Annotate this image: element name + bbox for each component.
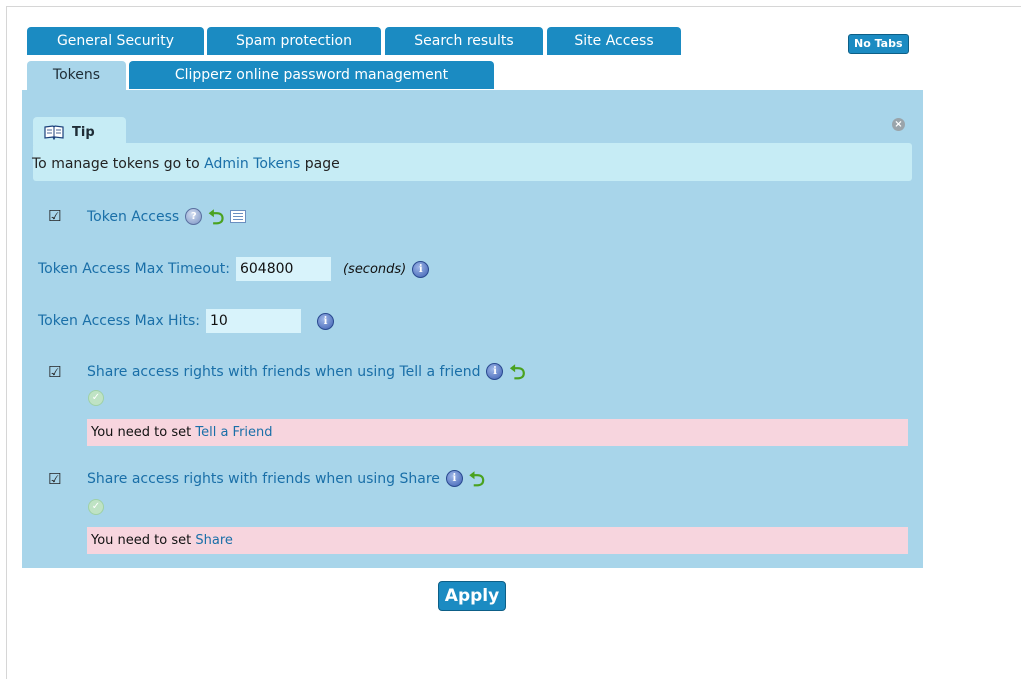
apply-button[interactable]: Apply — [438, 581, 506, 611]
list-icon[interactable] — [230, 210, 247, 223]
info-icon[interactable]: i — [316, 312, 334, 330]
tab-general-security[interactable]: General Security — [27, 27, 204, 55]
info-icon[interactable]: i — [486, 363, 504, 380]
seconds-unit: (seconds) — [342, 261, 407, 277]
share-warning: You need to set Share — [87, 527, 908, 554]
max-hits-label: Token Access Max Hits: — [38, 313, 200, 329]
warning-prefix: You need to set — [91, 533, 192, 548]
tip-title: Tip — [72, 125, 95, 140]
share-tell-friend-row: Share access rights with friends when us… — [87, 362, 526, 382]
reset-icon[interactable]: ⮌ — [208, 207, 224, 227]
share-share-label: Share access rights with friends when us… — [87, 470, 440, 487]
share-share-row: Share access rights with friends when us… — [87, 469, 485, 489]
warning-prefix: You need to set — [91, 425, 192, 440]
token-access-checkbox[interactable]: ☑ — [48, 209, 62, 224]
tell-a-friend-link[interactable]: Tell a Friend — [195, 425, 272, 440]
token-access-label: Token Access — [87, 208, 180, 225]
help-icon[interactable]: ? — [185, 208, 203, 225]
share-tell-friend-checkbox[interactable]: ☑ — [48, 365, 62, 380]
tip-text: To manage tokens go to Admin Tokens page — [32, 156, 340, 172]
token-access-row: Token Access ? ⮌ — [87, 207, 247, 227]
frame-top-border — [6, 6, 1021, 7]
ok-icon: ✓ — [88, 499, 104, 515]
tip-text-before: To manage tokens go to — [32, 156, 200, 172]
reset-icon[interactable]: ⮌ — [509, 362, 525, 382]
info-icon[interactable]: i — [412, 260, 430, 278]
max-timeout-input[interactable] — [235, 257, 331, 281]
ok-icon: ✓ — [88, 390, 104, 406]
reset-icon[interactable]: ⮌ — [469, 469, 485, 489]
tab-site-access[interactable]: Site Access — [547, 27, 681, 55]
tab-spam-protection[interactable]: Spam protection — [207, 27, 381, 55]
max-timeout-row: Token Access Max Timeout: (seconds) i — [38, 257, 430, 281]
tip-text-after: page — [304, 156, 340, 172]
tab-tokens[interactable]: Tokens — [27, 61, 126, 91]
admin-tokens-link[interactable]: Admin Tokens — [204, 156, 300, 172]
tip-header: Tip — [44, 125, 95, 140]
max-hits-row: Token Access Max Hits: i — [38, 309, 334, 333]
book-icon — [44, 125, 64, 140]
frame-left-border — [6, 6, 7, 679]
no-tabs-button[interactable]: No Tabs — [848, 34, 909, 54]
tab-search-results[interactable]: Search results — [385, 27, 543, 55]
share-link[interactable]: Share — [195, 533, 233, 548]
close-icon[interactable]: × — [892, 118, 905, 131]
share-tell-friend-label: Share access rights with friends when us… — [87, 363, 481, 380]
info-icon[interactable]: i — [445, 470, 463, 487]
tell-friend-warning: You need to set Tell a Friend — [87, 419, 908, 446]
tab-clipperz[interactable]: Clipperz online password management — [129, 61, 494, 89]
share-share-checkbox[interactable]: ☑ — [48, 472, 62, 487]
max-hits-input[interactable] — [205, 309, 301, 333]
max-timeout-label: Token Access Max Timeout: — [38, 261, 230, 277]
